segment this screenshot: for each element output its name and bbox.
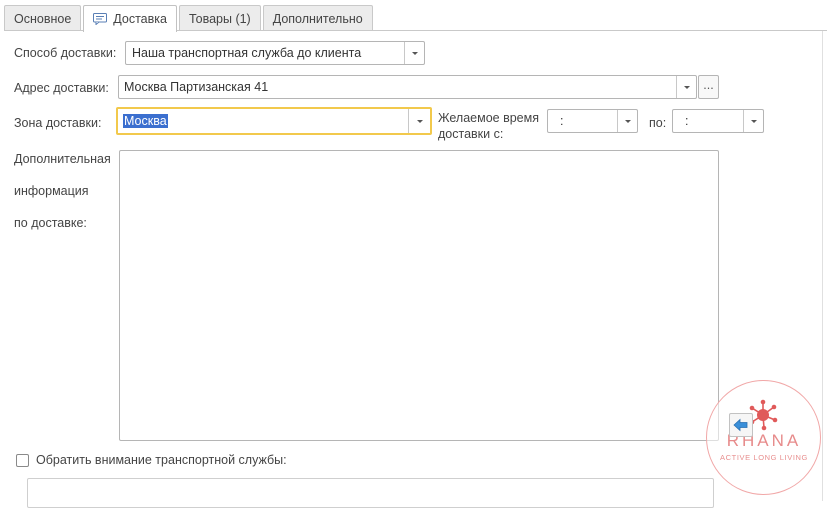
more-icon: ... [703, 78, 714, 92]
additional-info-textarea[interactable] [119, 150, 719, 441]
desired-time-label-2: доставки с: [438, 127, 504, 141]
delivery-method-value: Наша транспортная служба до клиента [132, 46, 362, 60]
tab-additional[interactable]: Дополнительно [262, 5, 373, 31]
logo-word: RHANA [726, 431, 802, 450]
chevron-down-icon[interactable] [743, 110, 763, 132]
time-from-input[interactable]: : [547, 109, 638, 133]
additional-info-label-2: информация [14, 184, 89, 198]
arrow-left-icon [733, 418, 748, 432]
chevron-down-icon[interactable] [404, 42, 424, 64]
tab-main[interactable]: Основное [4, 5, 82, 31]
delivery-method-label: Способ доставки: [14, 46, 117, 60]
time-to-input[interactable]: : [672, 109, 764, 133]
additional-info-label-3: по доставке: [14, 216, 87, 230]
logo-tagline: ACTIVE LONG LIVING [720, 453, 808, 462]
attention-label: Обратить внимание транспортной службы: [36, 453, 287, 467]
tab-goods-label: Товары (1) [188, 11, 251, 26]
attention-textarea[interactable] [27, 478, 714, 508]
delivery-method-select[interactable]: Наша транспортная служба до клиента [125, 41, 425, 65]
rhana-logo: RHANA ACTIVE LONG LIVING [704, 378, 824, 498]
tab-main-label: Основное [14, 11, 72, 26]
delivery-zone-value: Москва [123, 114, 168, 128]
chat-bubble-icon [93, 13, 108, 26]
tab-goods[interactable]: Товары (1) [178, 5, 261, 31]
tab-delivery[interactable]: Доставка [83, 5, 177, 32]
tab-bar: Основное Доставка Товары (1) Дополнитель… [4, 5, 375, 32]
chevron-down-icon[interactable] [408, 109, 430, 133]
attention-checkbox[interactable] [16, 454, 29, 467]
desired-time-label-1: Желаемое время [438, 111, 540, 125]
delivery-zone-label: Зона доставки: [14, 116, 102, 130]
tab-delivery-label: Доставка [113, 12, 167, 26]
delivery-address-input[interactable]: Москва Партизанская 41 [118, 75, 697, 99]
delivery-address-value: Москва Партизанская 41 [124, 80, 269, 94]
delivery-zone-input[interactable]: Москва [116, 107, 432, 135]
tab-additional-label: Дополнительно [272, 11, 363, 26]
additional-info-label-1: Дополнительная [14, 152, 111, 166]
time-from-value: : [560, 114, 564, 128]
delivery-address-label: Адрес доставки: [14, 81, 109, 95]
time-to-label: по: [649, 116, 667, 130]
time-to-value: : [685, 114, 689, 128]
insert-arrow-button[interactable] [729, 413, 753, 437]
chevron-down-icon[interactable] [676, 76, 696, 98]
chevron-down-icon[interactable] [617, 110, 637, 132]
address-select-button[interactable]: ... [698, 75, 719, 99]
